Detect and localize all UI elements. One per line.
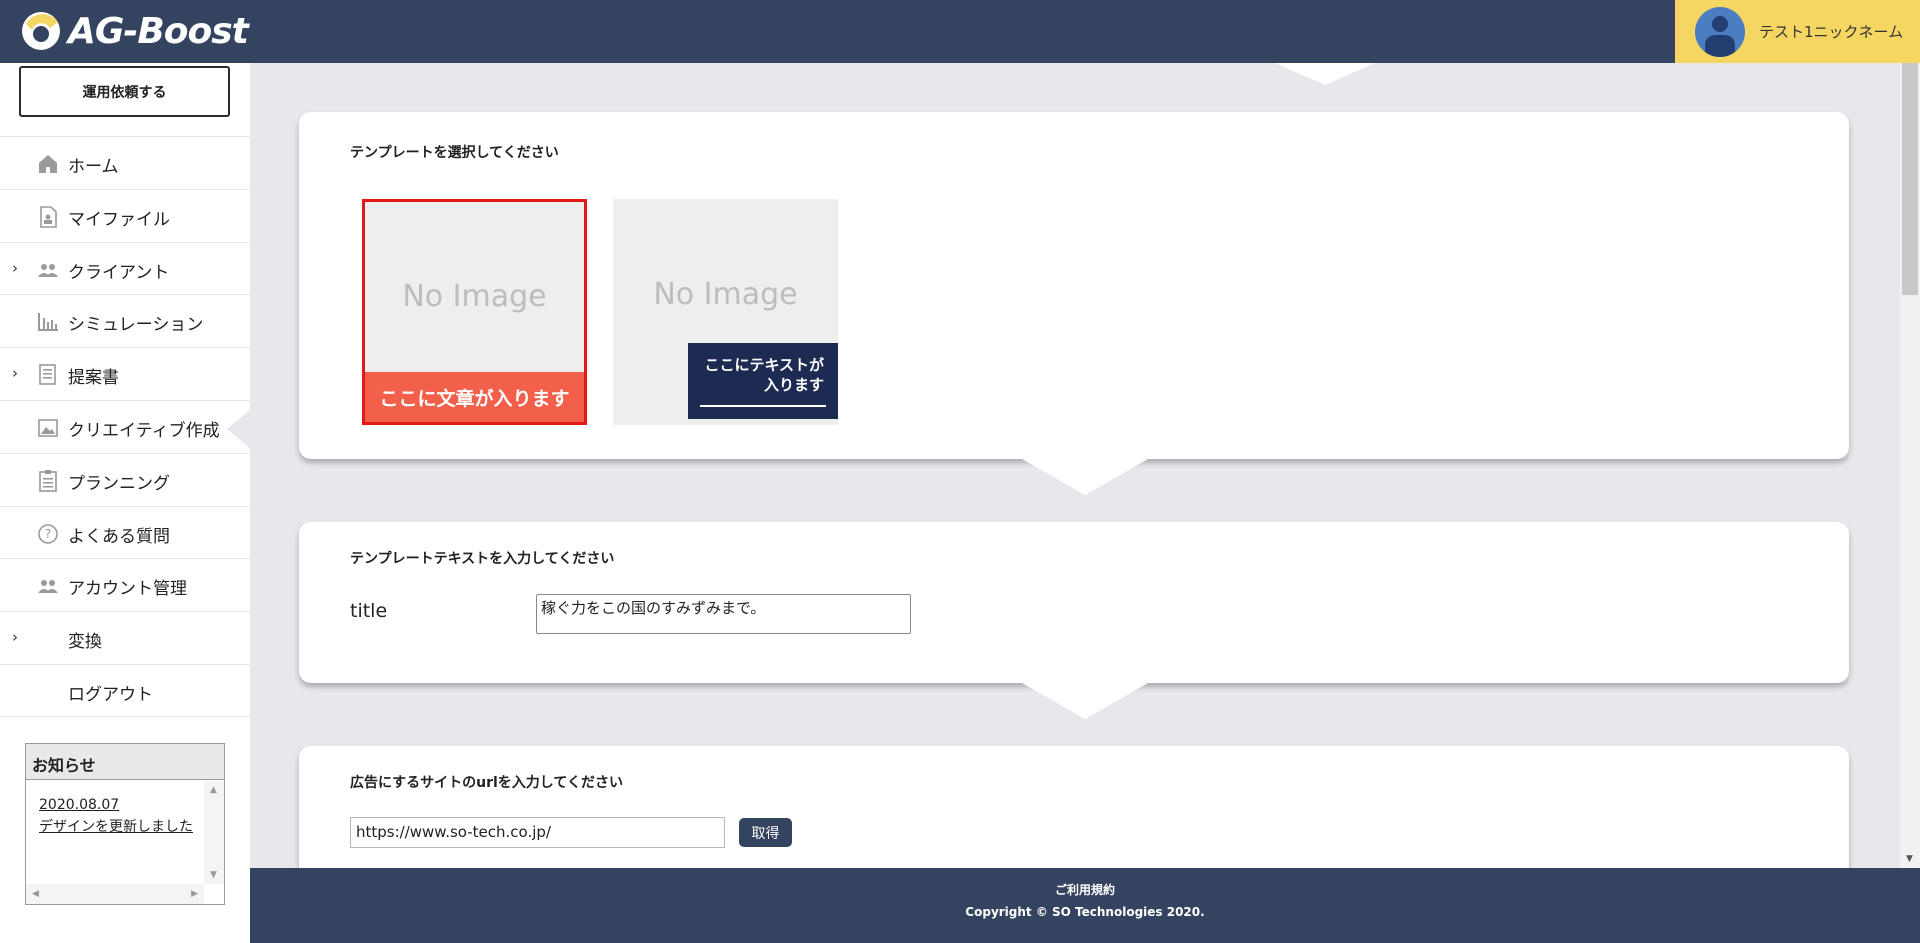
no-image-placeholder: No Image bbox=[402, 279, 547, 314]
document-icon bbox=[36, 363, 60, 387]
page-scrollbar[interactable]: ▼ bbox=[1900, 63, 1920, 868]
sidebar-item-label: クリエイティブ作成 bbox=[68, 420, 220, 441]
logo-text: AG-Boost bbox=[68, 10, 249, 52]
scroll-right-icon[interactable]: ▶ bbox=[191, 889, 198, 899]
app-logo[interactable]: AG-Boost bbox=[20, 6, 249, 56]
copyright-text: Copyright © SO Technologies 2020. bbox=[965, 905, 1205, 919]
scroll-left-icon[interactable]: ◀ bbox=[32, 889, 39, 899]
scroll-down-icon[interactable]: ▼ bbox=[210, 870, 217, 880]
sidebar-item-label: 提案書 bbox=[68, 368, 119, 389]
sidebar-item-label: シミュレーション bbox=[68, 315, 204, 336]
app-header: AG-Boost テスト1ニックネーム bbox=[0, 0, 1920, 63]
svg-text:?: ? bbox=[45, 527, 51, 541]
fetch-button[interactable]: 取得 bbox=[739, 818, 792, 847]
template-banner-text: ここにテキストが 入ります bbox=[688, 343, 838, 419]
file-icon bbox=[36, 205, 60, 229]
question-icon: ? bbox=[36, 522, 60, 546]
users-icon bbox=[36, 258, 60, 282]
template-option-2[interactable]: No Image ここにテキストが 入ります bbox=[613, 199, 838, 425]
user-name: テスト1ニックネーム bbox=[1759, 23, 1904, 41]
template-option-1[interactable]: No Image ここに文章が入ります bbox=[362, 199, 587, 425]
sidebar-item-creative[interactable]: クリエイティブ作成 bbox=[0, 399, 251, 453]
notice-panel: お知らせ 2020.08.07 デザインを更新しました ▲ ▼ ◀ ▶ bbox=[25, 743, 225, 905]
section-pointer bbox=[1022, 683, 1148, 719]
avatar-icon bbox=[1695, 6, 1745, 57]
sidebar-item-label: クライアント bbox=[68, 262, 170, 283]
users-icon bbox=[36, 574, 60, 598]
footer: ご利用規約 Copyright © SO Technologies 2020. bbox=[250, 868, 1920, 943]
template-banner-text: ここに文章が入ります bbox=[365, 372, 584, 422]
url-card: 広告にするサイトのurlを入力してください https://www.so-tec… bbox=[299, 746, 1849, 868]
template-text-card: テンプレートテキストを入力してください title 稼ぐ力をこの国のすみずみまで… bbox=[299, 522, 1849, 683]
chevron-right-icon: › bbox=[12, 628, 18, 647]
sidebar-item-account[interactable]: アカウント管理 bbox=[0, 558, 250, 611]
no-image-placeholder: No Image bbox=[653, 277, 798, 312]
sidebar-item-faq[interactable]: ? よくある質問 bbox=[0, 505, 250, 559]
url-input[interactable]: https://www.so-tech.co.jp/ bbox=[350, 817, 725, 848]
title-input[interactable]: 稼ぐ力をこの国のすみずみまで。 bbox=[536, 594, 911, 634]
page-scrollbar-thumb[interactable] bbox=[1902, 63, 1918, 295]
sidebar-menu: ホーム マイファイル › クライアント シミュレーション › 提案書 クリエイテ… bbox=[0, 136, 251, 717]
home-icon bbox=[36, 152, 60, 176]
logo-mark-icon bbox=[20, 10, 62, 52]
banner-underline bbox=[700, 405, 826, 407]
sidebar-item-myfile[interactable]: マイファイル bbox=[0, 188, 250, 242]
notice-date-link[interactable]: 2020.08.07 bbox=[39, 794, 199, 816]
sidebar-item-logout[interactable]: ログアウト bbox=[0, 663, 250, 717]
chart-icon bbox=[36, 310, 60, 334]
chevron-right-icon: › bbox=[12, 258, 18, 277]
sidebar-item-simulation[interactable]: シミュレーション bbox=[0, 294, 250, 347]
sidebar-item-label: プランニング bbox=[68, 473, 170, 494]
terms-link[interactable]: ご利用規約 bbox=[250, 881, 1920, 898]
section-pointer bbox=[1275, 63, 1375, 85]
notice-horizontal-scrollbar[interactable]: ◀ ▶ bbox=[26, 884, 204, 904]
scroll-down-icon[interactable]: ▼ bbox=[1906, 854, 1913, 864]
sidebar-item-label: ログアウト bbox=[68, 684, 153, 705]
sidebar-item-home[interactable]: ホーム bbox=[0, 136, 250, 189]
scroll-up-icon[interactable]: ▲ bbox=[210, 785, 217, 795]
sidebar-item-label: よくある質問 bbox=[68, 526, 170, 547]
title-field-label: title bbox=[350, 600, 388, 622]
main-content: テンプレートを選択してください No Image ここに文章が入ります No I… bbox=[250, 63, 1900, 868]
sidebar-item-label: アカウント管理 bbox=[68, 579, 187, 600]
sidebar-item-client[interactable]: › クライアント bbox=[0, 241, 250, 295]
banner-line-1: ここにテキストが bbox=[704, 356, 824, 374]
sidebar-item-proposal[interactable]: › 提案書 bbox=[0, 347, 250, 400]
url-section-title: 広告にするサイトのurlを入力してください bbox=[350, 775, 623, 791]
template-text-title: テンプレートテキストを入力してください bbox=[350, 551, 615, 567]
notice-body: 2020.08.07 デザインを更新しました bbox=[39, 794, 199, 838]
sidebar-item-label: 変換 bbox=[68, 632, 102, 653]
sidebar: 運用依頼する ホーム マイファイル › クライアント シミュレーション › 提案… bbox=[0, 63, 251, 943]
chevron-right-icon: › bbox=[12, 364, 18, 383]
sidebar-item-planning[interactable]: プランニング bbox=[0, 452, 250, 506]
sidebar-item-label: ホーム bbox=[68, 157, 119, 177]
request-operation-button[interactable]: 運用依頼する bbox=[19, 66, 230, 117]
banner-line-2: 入ります bbox=[763, 376, 824, 394]
template-select-card: テンプレートを選択してください No Image ここに文章が入ります No I… bbox=[299, 112, 1849, 459]
section-pointer bbox=[1022, 459, 1148, 495]
clipboard-icon bbox=[36, 469, 60, 493]
sidebar-item-convert[interactable]: › 変換 bbox=[0, 611, 250, 664]
template-select-title: テンプレートを選択してください bbox=[350, 145, 559, 161]
notice-text-link[interactable]: デザインを更新しました bbox=[39, 816, 199, 838]
notice-title: お知らせ bbox=[26, 744, 224, 780]
notice-vertical-scrollbar[interactable]: ▲ ▼ bbox=[204, 781, 224, 884]
image-icon bbox=[36, 416, 60, 440]
sidebar-item-label: マイファイル bbox=[68, 209, 170, 230]
user-menu[interactable]: テスト1ニックネーム bbox=[1675, 0, 1920, 63]
